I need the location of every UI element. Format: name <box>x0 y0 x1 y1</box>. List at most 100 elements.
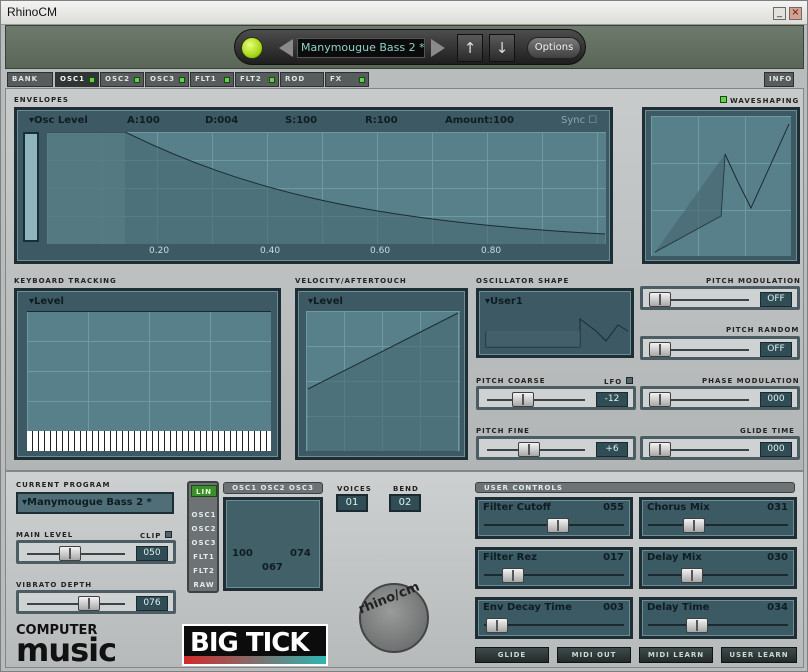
slider-knob[interactable] <box>485 618 508 633</box>
keyboard-target[interactable]: ▾Level <box>29 296 64 307</box>
pitch-random-label: PITCH RANDOM <box>726 326 800 334</box>
voices-value[interactable]: 01 <box>336 494 368 512</box>
midi-learn-button[interactable]: MIDI LEARN <box>639 647 713 663</box>
user-control-delay-time[interactable]: Delay Time 034 <box>639 597 797 639</box>
sel-raw[interactable]: RAW <box>191 579 217 591</box>
sel-flt2[interactable]: FLT2 <box>191 565 217 577</box>
options-button[interactable]: Options <box>527 37 581 59</box>
vibrato-label: VIBRATO DEPTH <box>16 581 93 589</box>
mix-panel[interactable]: 100 074 067 <box>223 497 323 591</box>
tab-fx[interactable]: FX <box>325 72 369 87</box>
waveshaping-curve <box>654 123 790 253</box>
glide-time-value: 000 <box>760 442 792 457</box>
pitch-coarse-slider[interactable]: -12 <box>476 386 636 410</box>
slider-knob[interactable] <box>649 442 671 457</box>
vibrato-slider[interactable]: 076 <box>16 590 176 614</box>
slider-knob[interactable] <box>649 342 671 357</box>
velocity-graph[interactable] <box>306 311 460 451</box>
keyboard-panel: ▾Level <box>14 288 281 460</box>
lin-button[interactable]: LIN <box>191 485 217 497</box>
current-program-select[interactable]: ▾Manymougue Bass 2 * <box>16 492 174 514</box>
envelopes-label: ENVELOPES <box>14 96 69 104</box>
sustain-value: S:100 <box>285 115 318 126</box>
slider-knob[interactable] <box>649 392 671 407</box>
decay-value: D:004 <box>205 115 239 126</box>
sel-flt1[interactable]: FLT1 <box>191 551 217 563</box>
pitch-random-slider[interactable]: OFF <box>640 336 800 360</box>
envelope-graph[interactable] <box>47 132 606 244</box>
main-level-slider[interactable]: 050 <box>16 540 176 564</box>
osc-shape-label: OSCILLATOR SHAPE <box>476 277 570 285</box>
led-icon <box>359 77 365 83</box>
next-program-icon[interactable] <box>431 39 445 57</box>
slider-knob[interactable] <box>502 568 525 583</box>
prev-program-icon[interactable] <box>279 39 293 57</box>
voices-label: VOICES <box>337 485 372 493</box>
minimize-button[interactable]: _ <box>773 7 786 20</box>
velocity-panel: ▾Level <box>295 288 468 460</box>
glide-time-slider[interactable]: 000 <box>640 436 800 460</box>
velocity-target[interactable]: ▾Level <box>308 296 343 307</box>
led-icon <box>224 77 230 83</box>
slider-knob[interactable] <box>686 618 709 633</box>
tab-info[interactable]: INFO <box>764 72 794 87</box>
osc-shape-wave <box>485 318 629 348</box>
waveshaping-graph[interactable] <box>651 116 791 256</box>
slider-knob[interactable] <box>681 568 704 583</box>
slider-knob[interactable] <box>518 442 541 457</box>
velocity-label: VELOCITY/AFTERTOUCH <box>295 277 407 285</box>
user-control-chorus-mix[interactable]: Chorus Mix 031 <box>639 497 797 539</box>
slider-knob[interactable] <box>59 546 82 561</box>
user-control-env-decay[interactable]: Env Decay Time 003 <box>475 597 633 639</box>
keyboard-graph[interactable] <box>27 311 271 431</box>
tab-osc1[interactable]: OSC1 <box>55 72 99 87</box>
release-value: R:100 <box>365 115 398 126</box>
program-browser: Manymougue Bass 2 * ↑ ↓ Options <box>234 29 586 65</box>
pitch-fine-label: PITCH FINE <box>476 427 530 435</box>
sync-toggle[interactable]: Sync ☐ <box>561 115 597 126</box>
slider-knob[interactable] <box>78 596 101 611</box>
arrow-up-icon[interactable]: ↑ <box>457 34 483 62</box>
pitch-fine-slider[interactable]: +6 <box>476 436 636 460</box>
slider-knob[interactable] <box>511 392 534 407</box>
tab-flt2[interactable]: FLT2 <box>235 72 279 87</box>
sel-osc2[interactable]: OSC2 <box>191 523 217 535</box>
tab-rod[interactable]: ROD <box>280 72 324 87</box>
slider-knob[interactable] <box>649 292 671 307</box>
title-bar: RhinoCM _ × <box>1 1 807 25</box>
sel-osc1[interactable]: OSC1 <box>191 509 217 521</box>
tab-flt1[interactable]: FLT1 <box>190 72 234 87</box>
sel-osc3[interactable]: OSC3 <box>191 537 217 549</box>
glide-time-label: GLIDE TIME <box>740 427 795 435</box>
user-control-filter-rez[interactable]: Filter Rez 017 <box>475 547 633 589</box>
user-control-filter-cutoff[interactable]: Filter Cutoff 055 <box>475 497 633 539</box>
tab-bank[interactable]: BANK <box>7 72 53 87</box>
close-button[interactable]: × <box>789 7 802 20</box>
user-learn-button[interactable]: USER LEARN <box>721 647 797 663</box>
tab-osc3[interactable]: OSC3 <box>145 72 189 87</box>
pitch-mod-slider[interactable]: OFF <box>640 286 800 310</box>
slider-knob[interactable] <box>546 518 569 533</box>
bend-label: BEND <box>393 485 419 493</box>
led-icon <box>89 77 95 83</box>
osc-shape-select[interactable]: ▾User1 <box>485 296 523 307</box>
phase-mod-value: 000 <box>760 392 792 407</box>
glide-button[interactable]: GLIDE <box>475 647 549 663</box>
tab-osc2[interactable]: OSC2 <box>100 72 144 87</box>
piano-keyboard[interactable] <box>27 431 271 451</box>
slider-knob[interactable] <box>682 518 705 533</box>
phase-mod-slider[interactable]: 000 <box>640 386 800 410</box>
waveshaping-panel <box>642 107 800 264</box>
user-controls-header: USER CONTROLS <box>475 482 795 493</box>
main-panel: ENVELOPES ▾Osc Level A:100 D:004 S:100 R… <box>5 88 804 471</box>
main-level-label: MAIN LEVEL <box>16 531 74 539</box>
computer-music-logo: COMPUTER music <box>16 623 117 669</box>
power-led-icon[interactable] <box>241 37 263 59</box>
envelope-target[interactable]: ▾Osc Level <box>29 115 88 126</box>
program-name-display[interactable]: Manymougue Bass 2 * <box>297 38 425 58</box>
bend-value[interactable]: 02 <box>389 494 421 512</box>
user-control-delay-mix[interactable]: Delay Mix 030 <box>639 547 797 589</box>
envelope-level-bar[interactable] <box>23 132 39 242</box>
arrow-down-icon[interactable]: ↓ <box>489 34 515 62</box>
midi-out-button[interactable]: MIDI OUT <box>557 647 631 663</box>
